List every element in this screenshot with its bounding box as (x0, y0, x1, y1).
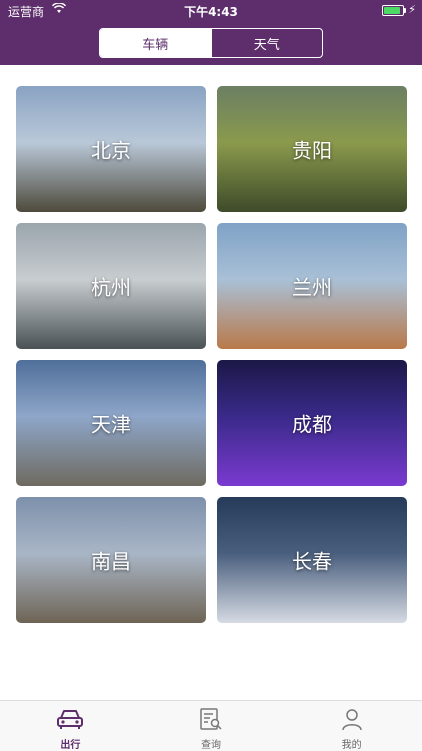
status-bar: 运营商 下午4:43 ⚡ (0, 0, 422, 22)
app-header: 运营商 下午4:43 ⚡ 车辆 天气 (0, 0, 422, 65)
city-card-lanzhou[interactable]: 兰州 (217, 223, 407, 349)
city-name: 贵阳 (292, 138, 332, 163)
city-card-beijing[interactable]: 北京 (16, 86, 206, 212)
city-card-nanchang[interactable]: 南昌 (16, 497, 206, 623)
city-name: 杭州 (91, 275, 131, 300)
tabbar-label: 查询 (201, 740, 221, 751)
segmented-control: 车辆 天气 (99, 28, 323, 58)
charging-icon: ⚡ (408, 3, 416, 16)
search-document-icon (198, 707, 224, 735)
tab-vehicle[interactable]: 车辆 (100, 29, 211, 57)
status-time: 下午4:43 (184, 5, 238, 19)
tabbar-item-travel[interactable]: 出行 (0, 701, 141, 751)
city-name: 南昌 (91, 549, 131, 574)
user-icon (340, 707, 364, 735)
tab-weather[interactable]: 天气 (210, 29, 323, 57)
tabbar-label: 出行 (60, 740, 81, 751)
city-name: 长春 (292, 549, 332, 574)
city-name: 天津 (91, 412, 131, 437)
city-card-hangzhou[interactable]: 杭州 (16, 223, 206, 349)
battery-icon (382, 5, 406, 16)
city-name: 兰州 (292, 275, 332, 300)
tab-bar: 出行 查询 我的 (0, 700, 422, 751)
tabbar-item-query[interactable]: 查询 (141, 701, 282, 751)
city-name: 北京 (91, 138, 131, 163)
tabbar-label: 我的 (341, 740, 362, 751)
tabbar-item-mine[interactable]: 我的 (281, 701, 422, 751)
city-card-chengdu[interactable]: 成都 (217, 360, 407, 486)
car-icon (56, 707, 84, 735)
city-card-tianjin[interactable]: 天津 (16, 360, 206, 486)
city-card-guiyang[interactable]: 贵阳 (217, 86, 407, 212)
city-card-changchun[interactable]: 长春 (217, 497, 407, 623)
city-name: 成都 (292, 412, 332, 437)
